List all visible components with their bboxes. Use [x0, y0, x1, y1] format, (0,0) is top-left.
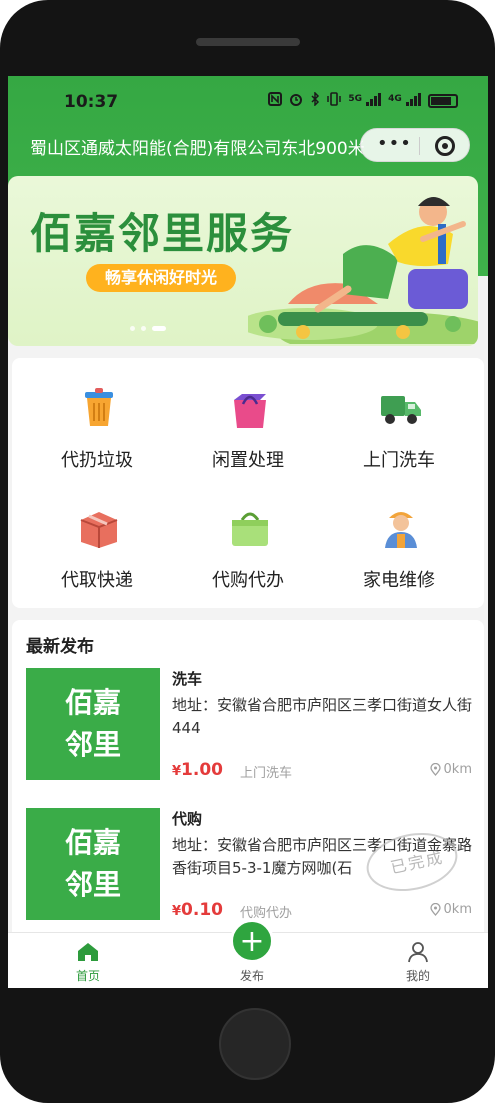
currency-symbol: ¥ [172, 904, 182, 919]
stamp-text: 已完成 [388, 847, 446, 878]
post-thumbnail: 佰嘉 邻里 [26, 808, 160, 920]
service-idle[interactable]: 闲置处理 [173, 386, 323, 496]
bottom-tabbar: 首页 发布 + 我的 [8, 919, 488, 988]
banner-dot[interactable] [130, 326, 135, 331]
alarm-icon [289, 92, 303, 109]
nfc-icon [268, 92, 283, 109]
price-value: 1.00 [181, 760, 223, 780]
net-5g-label: 5G [348, 94, 362, 104]
service-repair[interactable]: 家电维修 [324, 506, 474, 616]
banner-pagination [130, 326, 166, 331]
tab-post-label: 发布 [239, 969, 264, 983]
status-icons: 5G 4G [268, 91, 458, 109]
app-screen: 10:37 5G 4G 蜀山区通威太阳能(合肥)有限公司东北900米 ••• 佰… [8, 76, 488, 988]
user-icon [408, 942, 428, 963]
service-express[interactable]: 代取快递 [22, 506, 172, 616]
phone-frame: 10:37 5G 4G 蜀山区通威太阳能(合肥)有限公司东北900米 ••• 佰… [0, 0, 495, 1103]
service-label: 代取快递 [61, 570, 133, 591]
mini-program-capsule: ••• [360, 128, 470, 162]
location-pin-icon [429, 903, 441, 916]
vibrate-icon [327, 92, 342, 109]
phone-home-button[interactable] [219, 1008, 291, 1080]
tab-mine[interactable]: 我的 [358, 933, 478, 988]
thumb-line: 佰嘉 [64, 826, 121, 859]
phone-speaker [196, 38, 300, 46]
service-label: 上门洗车 [363, 450, 435, 471]
post-distance: 0km [429, 902, 472, 917]
post-address: 地址：安徽省合肥市庐阳区三孝口街道女人街444 [172, 696, 472, 737]
tab-home-label: 首页 [75, 969, 100, 983]
4g-signal-icon: 4G [388, 92, 421, 109]
basket-icon [232, 512, 268, 546]
service-label: 代扔垃圾 [61, 450, 133, 471]
thumb-line: 佰嘉 [64, 686, 121, 719]
post-title: 洗车 [172, 670, 203, 688]
latest-title: 最新发布 [26, 637, 94, 657]
thumb-line: 邻里 [64, 868, 121, 901]
more-icon[interactable]: ••• [377, 133, 412, 154]
bluetooth-icon [310, 91, 320, 109]
home-icon [78, 943, 98, 961]
service-label: 闲置处理 [212, 450, 284, 471]
trash-bin-icon [85, 388, 113, 426]
latest-posts: 最新发布 佰嘉 邻里 洗车 地址：安徽省合肥市庐阳区三孝口街道女人街444 ¥1… [12, 620, 484, 950]
service-grid: 代扔垃圾 闲置处理 上门洗车 代取快递 代购代办 家电维修 [12, 358, 484, 608]
status-bar: 10:37 5G 4G [8, 76, 488, 124]
battery-icon [428, 93, 458, 108]
banner-dot-active[interactable] [152, 326, 166, 331]
service-trash[interactable]: 代扔垃圾 [22, 386, 172, 496]
distance-value: 0km [443, 762, 472, 777]
service-label: 家电维修 [363, 570, 435, 591]
promo-banner[interactable]: 佰嘉邻里服务 畅享休闲好时光 [8, 176, 478, 346]
capsule-divider [419, 137, 420, 155]
post-item[interactable]: 佰嘉 邻里 洗车 地址：安徽省合肥市庐阳区三孝口街道女人街444 ¥1.00 上… [26, 668, 476, 796]
thumb-line: 邻里 [64, 728, 121, 761]
net-4g-label: 4G [388, 94, 402, 104]
price-value: 0.10 [181, 900, 223, 920]
plus-icon[interactable]: + [230, 919, 274, 963]
target-icon[interactable] [435, 136, 455, 156]
service-purchase[interactable]: 代购代办 [173, 506, 323, 616]
package-box-icon [80, 512, 118, 548]
5g-signal-icon: 5G [348, 92, 382, 109]
post-price: ¥0.10 [172, 900, 223, 920]
truck-icon [381, 396, 421, 424]
post-type: 上门洗车 [240, 766, 293, 781]
tab-home[interactable]: 首页 [28, 933, 148, 988]
distance-value: 0km [443, 902, 472, 917]
service-carwash[interactable]: 上门洗车 [324, 386, 474, 496]
banner-dot[interactable] [141, 326, 146, 331]
post-type: 代购代办 [240, 906, 293, 921]
repairman-icon [385, 512, 417, 548]
shopping-bag-icon [234, 394, 266, 428]
post-thumbnail: 佰嘉 邻里 [26, 668, 160, 780]
status-time: 10:37 [64, 92, 119, 112]
tab-mine-label: 我的 [405, 969, 430, 983]
post-price: ¥1.00 [172, 760, 223, 780]
post-title: 代购 [172, 810, 203, 828]
location-pin-icon [429, 763, 441, 776]
service-label: 代购代办 [212, 570, 284, 591]
currency-symbol: ¥ [172, 764, 182, 779]
banner-subtitle: 畅享休闲好时光 [86, 264, 236, 292]
post-distance: 0km [429, 762, 472, 777]
skateboard-illustration [248, 197, 478, 344]
